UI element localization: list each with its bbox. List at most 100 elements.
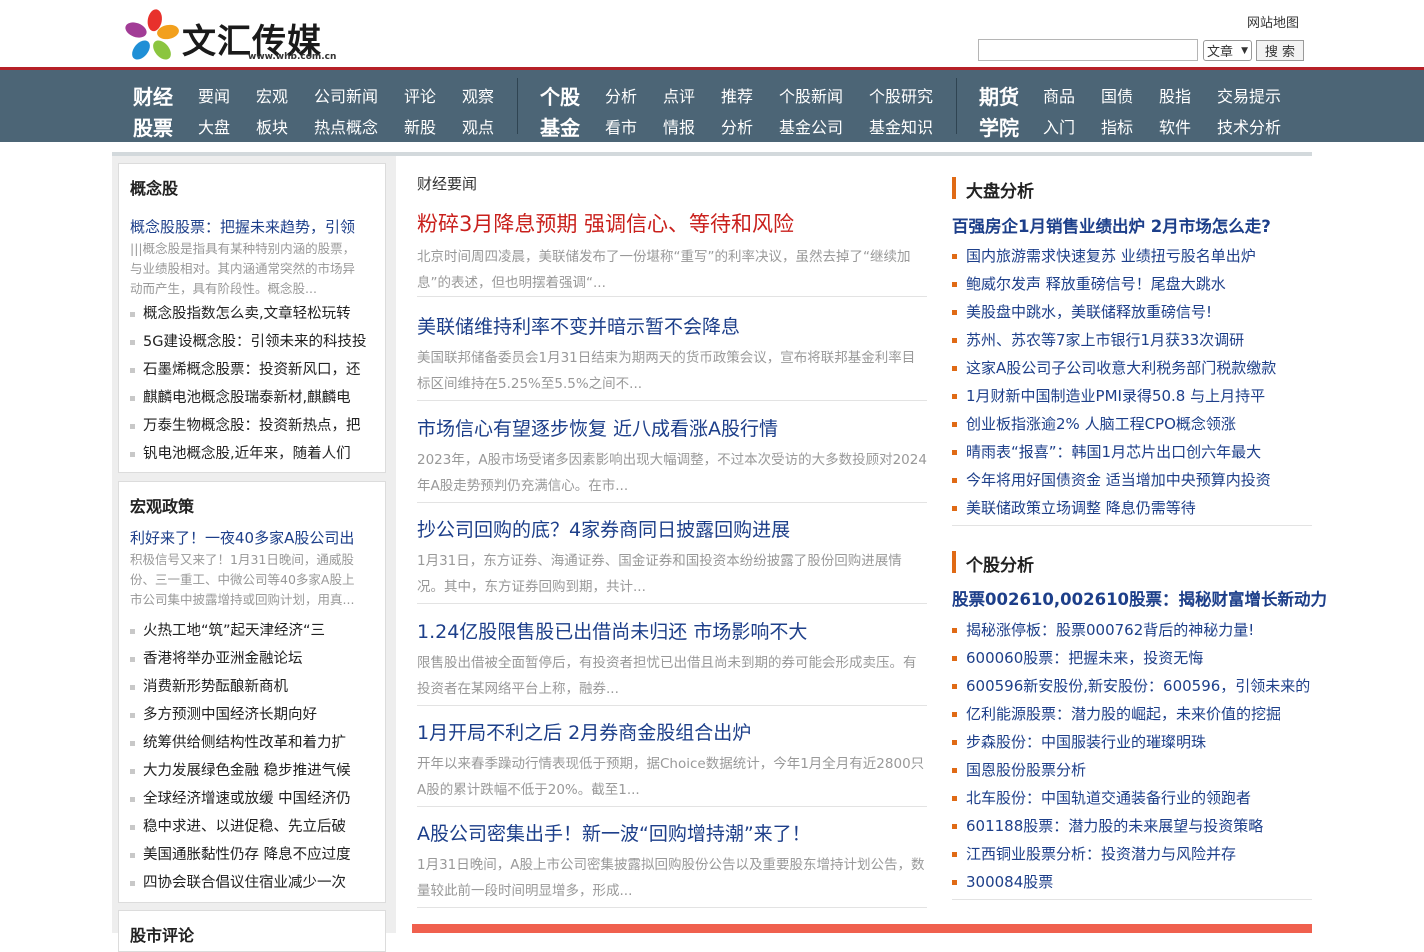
list-item[interactable]: 美国通胀黏性仍存 降息不应过度 bbox=[130, 841, 380, 869]
list-item[interactable]: 1月财新中国制造业PMI录得50.8 与上月持平 bbox=[952, 382, 1312, 410]
nav-item[interactable]: 基金公司 bbox=[779, 114, 843, 138]
list-item[interactable]: 麒麟电池概念股瑞泰新材,麒麟电 bbox=[130, 384, 380, 412]
bullet-icon bbox=[952, 796, 957, 801]
list-item[interactable]: 300084股票 bbox=[952, 868, 1312, 896]
nav-item[interactable]: 观点 bbox=[462, 114, 494, 138]
divider bbox=[417, 502, 927, 503]
list-item[interactable]: 亿利能源股票：潜力股的崛起，未来价值的挖掘 bbox=[952, 700, 1312, 728]
nav-item[interactable]: 个股研究 bbox=[869, 83, 933, 107]
search-input[interactable] bbox=[978, 39, 1198, 61]
nav-stocks[interactable]: 股票 bbox=[133, 112, 173, 141]
list-item[interactable]: 火热工地“筑”起天津经济“三 bbox=[130, 617, 380, 645]
list-item[interactable]: 揭秘涨停板：股票000762背后的神秘力量! bbox=[952, 616, 1312, 644]
nav-item[interactable]: 热点概念 bbox=[314, 114, 378, 138]
divider bbox=[417, 705, 927, 706]
article-item: 粉碎3月降息预期 强调信心、等待和风险 北京时间周四凌晨，美联储发布了一份堪称“… bbox=[417, 208, 927, 297]
list-item[interactable]: 晴雨表“报喜”：韩国1月芯片出口创六年最大 bbox=[952, 438, 1312, 466]
nav-academy[interactable]: 学院 bbox=[979, 112, 1019, 141]
list-item[interactable]: 消费新形势酝酿新商机 bbox=[130, 673, 380, 701]
list-item[interactable]: 美股盘中跳水，美联储释放重磅信号! bbox=[952, 298, 1312, 326]
sitemap-link[interactable]: 网站地图 bbox=[1247, 12, 1299, 31]
nav-item[interactable]: 软件 bbox=[1159, 114, 1191, 138]
list-item[interactable]: 国内旅游需求快速复苏 业绩扭亏股名单出炉 bbox=[952, 242, 1312, 270]
list-item[interactable]: 概念股指数怎么卖,文章轻松玩转 bbox=[130, 300, 380, 328]
list-item[interactable]: 多方预测中国经济长期向好 bbox=[130, 701, 380, 729]
nav-item[interactable]: 基金知识 bbox=[869, 114, 933, 138]
list-item[interactable]: 苏州、苏农等7家上市银行1月获33次调研 bbox=[952, 326, 1312, 354]
list-item[interactable]: 今年将用好国债资金 适当增加中央预算内投资 bbox=[952, 466, 1312, 494]
nav-item[interactable]: 板块 bbox=[256, 114, 288, 138]
concept-list: 概念股指数怎么卖,文章轻松玩转 5G建设概念股：引领未来的科技投 石墨烯概念股票… bbox=[130, 300, 380, 468]
list-item[interactable]: 全球经济增速或放缓 中国经济仍 bbox=[130, 785, 380, 813]
nav-item[interactable]: 看市 bbox=[605, 114, 637, 138]
article-title-link[interactable]: 抄公司回购的底？4家券商同日披露回购进展 bbox=[417, 519, 790, 541]
lead-link[interactable]: 百强房企1月销售业绩出炉 2月市场怎么走? bbox=[952, 213, 1271, 237]
nav-item[interactable]: 股指 bbox=[1159, 83, 1191, 107]
article-title-link[interactable]: 1月开局不利之后 2月券商金股组合出炉 bbox=[417, 722, 751, 744]
nav-item[interactable]: 点评 bbox=[663, 83, 695, 107]
article-title-link[interactable]: 美联储维持利率不变并暗示暂不会降息 bbox=[417, 316, 740, 338]
bullet-icon bbox=[952, 506, 957, 511]
divider bbox=[952, 525, 1312, 526]
nav-item[interactable]: 入门 bbox=[1043, 114, 1075, 138]
nav-item[interactable]: 商品 bbox=[1043, 83, 1075, 107]
site-logo[interactable]: 文汇传媒 www.whb.com.cn bbox=[124, 8, 344, 64]
nav-funds[interactable]: 基金 bbox=[540, 112, 580, 141]
list-item[interactable]: 国恩股份股票分析 bbox=[952, 756, 1312, 784]
article-title-link[interactable]: 市场信心有望逐步恢复 近八成看涨A股行情 bbox=[417, 418, 778, 440]
nav-item[interactable]: 技术分析 bbox=[1217, 114, 1281, 138]
list-item[interactable]: 600596新安股份,新安股份：600596，引领未来的 bbox=[952, 672, 1312, 700]
list-item[interactable]: 创业板指涨逾2% 人脑工程CPO概念领涨 bbox=[952, 410, 1312, 438]
box-lead-link[interactable]: 概念股股票：把握未来趋势，引领 bbox=[130, 216, 360, 237]
nav-item[interactable]: 分析 bbox=[721, 114, 753, 138]
list-item[interactable]: 稳中求进、以进促稳、先立后破 bbox=[130, 813, 380, 841]
article-title-link[interactable]: 粉碎3月降息预期 强调信心、等待和风险 bbox=[417, 212, 794, 236]
nav-item[interactable]: 评论 bbox=[404, 83, 436, 107]
box-lead-link[interactable]: 利好来了！一夜40多家A股公司出 bbox=[130, 527, 360, 548]
list-item[interactable]: 北车股份：中国轨道交通装备行业的领跑者 bbox=[952, 784, 1312, 812]
article-title-link[interactable]: A股公司密集出手！新一波“回购增持潮”来了！ bbox=[417, 823, 811, 845]
list-item[interactable]: 四协会联合倡议住宿业减少一次 bbox=[130, 869, 380, 897]
nav-item[interactable]: 大盘 bbox=[198, 114, 230, 138]
lead-link[interactable]: 股票002610,002610股票：揭秘财富增长新动力 bbox=[952, 586, 1327, 610]
list-item[interactable]: 5G建设概念股：引领未来的科技投 bbox=[130, 328, 380, 356]
list-item[interactable]: 钒电池概念股,近年来，随着人们 bbox=[130, 440, 380, 468]
search-button[interactable]: 搜 索 bbox=[1256, 40, 1304, 61]
nav-item[interactable]: 公司新闻 bbox=[314, 83, 378, 107]
list-item[interactable]: 美联储政策立场调整 降息仍需等待 bbox=[952, 494, 1312, 522]
list-item[interactable]: 万泰生物概念股：投资新热点，把 bbox=[130, 412, 380, 440]
nav-item[interactable]: 分析 bbox=[605, 83, 637, 107]
nav-individual-stocks[interactable]: 个股 bbox=[540, 81, 580, 110]
nav-item[interactable]: 指标 bbox=[1101, 114, 1133, 138]
nav-futures[interactable]: 期货 bbox=[979, 81, 1019, 110]
nav-item[interactable]: 新股 bbox=[404, 114, 436, 138]
promo-banner[interactable] bbox=[412, 924, 1312, 933]
nav-item[interactable]: 交易提示 bbox=[1217, 83, 1281, 107]
list-item[interactable]: 大力发展绿色金融 稳步推进气候 bbox=[130, 757, 380, 785]
list-item[interactable]: 江西铜业股票分析：投资潜力与风险并存 bbox=[952, 840, 1312, 868]
nav-item[interactable]: 推荐 bbox=[721, 83, 753, 107]
bullet-icon bbox=[952, 254, 957, 259]
nav-item[interactable]: 要闻 bbox=[198, 83, 230, 107]
stock-analysis-list: 揭秘涨停板：股票000762背后的神秘力量! 600060股票：把握未来，投资无… bbox=[952, 616, 1312, 896]
list-item[interactable]: 601188股票：潜力股的未来展望与投资策略 bbox=[952, 812, 1312, 840]
list-item[interactable]: 统筹供给侧结构性改革和着力扩 bbox=[130, 729, 380, 757]
nav-item[interactable]: 观察 bbox=[462, 83, 494, 107]
list-item[interactable]: 步森股份：中国服装行业的璀璨明珠 bbox=[952, 728, 1312, 756]
bullet-icon bbox=[130, 712, 135, 718]
article-title-link[interactable]: 1.24亿股限售股已出借尚未归还 市场影响不大 bbox=[417, 621, 807, 643]
bullet-icon bbox=[952, 422, 957, 427]
search-type-select[interactable]: 文章 ▼ bbox=[1203, 40, 1252, 61]
divider bbox=[952, 899, 1312, 900]
list-item[interactable]: 石墨烯概念股票：投资新风口，还 bbox=[130, 356, 380, 384]
list-item[interactable]: 600060股票：把握未来，投资无悔 bbox=[952, 644, 1312, 672]
list-item[interactable]: 香港将举办亚洲金融论坛 bbox=[130, 645, 380, 673]
nav-item[interactable]: 情报 bbox=[663, 114, 695, 138]
box-title: 股市评论 bbox=[130, 926, 195, 945]
list-item[interactable]: 这家A股公司子公司收意大利税务部门税款缴款 bbox=[952, 354, 1312, 382]
list-item[interactable]: 鲍威尔发声 释放重磅信号！尾盘大跳水 bbox=[952, 270, 1312, 298]
nav-item[interactable]: 国债 bbox=[1101, 83, 1133, 107]
nav-finance[interactable]: 财经 bbox=[133, 81, 173, 110]
nav-item[interactable]: 个股新闻 bbox=[779, 83, 843, 107]
nav-item[interactable]: 宏观 bbox=[256, 83, 288, 107]
